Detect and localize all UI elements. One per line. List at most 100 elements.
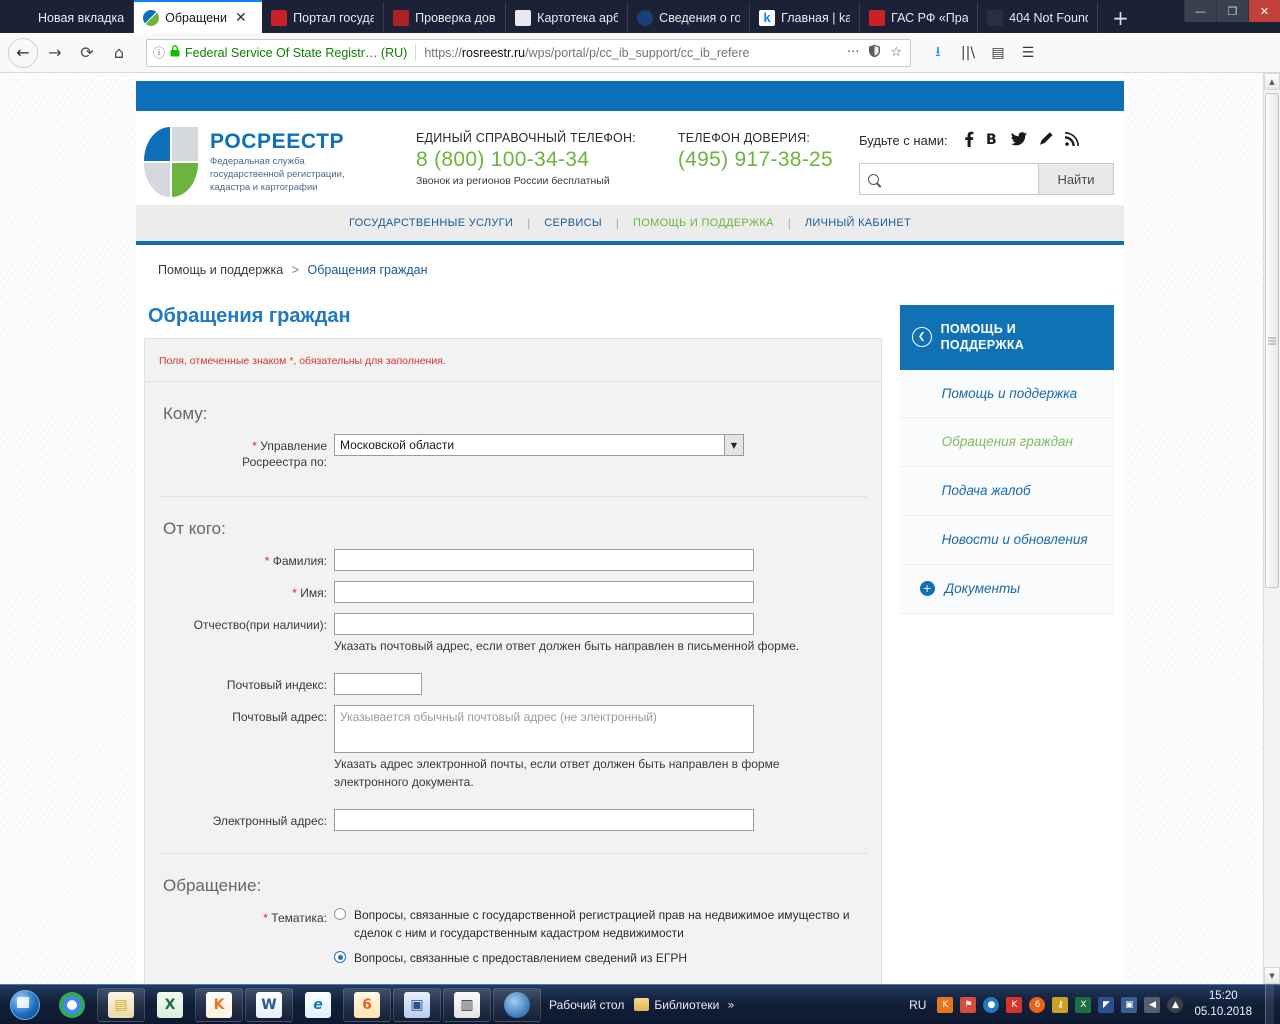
volume-tray-icon[interactable]: ◀ <box>1144 996 1161 1013</box>
breadcrumb-current[interactable]: Обращения граждан <box>307 263 427 277</box>
email-input[interactable] <box>334 809 754 832</box>
tracking-protection-icon[interactable] <box>866 44 883 62</box>
sidebar-item-pomosh[interactable]: Помощь и поддержка <box>899 369 1114 419</box>
show-desktop-button[interactable] <box>1265 984 1274 1024</box>
start-button[interactable] <box>3 988 47 1022</box>
search-button[interactable]: Найти <box>1038 163 1114 195</box>
header-phones: ЕДИНЫЙ СПРАВОЧНЫЙ ТЕЛЕФОН: 8 (800) 100-3… <box>416 127 833 187</box>
flag-tray-icon[interactable]: ⚑ <box>960 996 977 1013</box>
downloads-icon[interactable]: ⭳ <box>925 40 951 66</box>
konsultant-tray-icon[interactable]: K <box>937 996 954 1013</box>
eagle-tray-icon[interactable]: ▲ <box>1167 996 1184 1013</box>
site-logo[interactable]: РОСРЕЕСТР Федеральная служба государствен… <box>144 127 394 199</box>
scroll-up-button[interactable]: ▲ <box>1264 73 1280 90</box>
patronymic-input[interactable] <box>334 613 754 636</box>
page-actions-icon[interactable]: ··· <box>845 45 861 60</box>
signal-tray-icon[interactable]: ◤ <box>1098 996 1115 1013</box>
close-button[interactable]: ✕ <box>1248 0 1280 22</box>
search-input[interactable] <box>859 163 1038 195</box>
sidebar-item-obrashcheniya[interactable]: Обращения граждан <box>899 418 1114 468</box>
sidebar-toggle-icon[interactable]: ▤ <box>985 40 1011 66</box>
tab-close-icon[interactable]: ✕ <box>235 11 247 25</box>
postal-address-textarea[interactable]: Указывается обычный почтовый адрес (не э… <box>334 705 754 754</box>
topic-option-0[interactable]: Вопросы, связанные с государственной рег… <box>334 906 867 942</box>
radio-button-selected[interactable] <box>334 951 346 964</box>
nav-item-gosuslugi[interactable]: ГОСУДАРСТВЕННЫЕ УСЛУГИ <box>335 217 527 229</box>
back-button[interactable]: ← <box>8 37 38 68</box>
plus-icon[interactable]: + <box>919 581 935 597</box>
twitter-icon[interactable] <box>1010 131 1027 150</box>
new-tab-button[interactable]: + <box>1098 8 1143 28</box>
browser-tab-5[interactable]: Сведения о го <box>628 2 751 33</box>
menu-icon[interactable]: ☰ <box>1015 40 1041 66</box>
facebook-icon[interactable] <box>963 131 975 150</box>
browser-tab-1-active[interactable]: Обращени ✕ <box>134 0 263 33</box>
key-tray-icon[interactable]: ⚷ <box>1052 996 1069 1013</box>
phone-primary-number[interactable]: 8 (800) 100-34-34 <box>416 148 636 172</box>
taskbar-globe-app[interactable] <box>493 987 541 1022</box>
excel-tray-icon[interactable]: X <box>1075 996 1092 1013</box>
chevron-left-icon[interactable]: ❮ <box>911 327 932 348</box>
name-input[interactable] <box>334 581 754 604</box>
flame-tray-icon[interactable]: 6 <box>1029 996 1046 1013</box>
taskbar-explorer[interactable]: ▤ <box>97 987 145 1022</box>
taskbar-excel[interactable]: X <box>147 988 193 1022</box>
vk-icon[interactable]: B <box>986 131 1000 150</box>
display-tray-icon[interactable]: ▣ <box>1121 996 1138 1013</box>
nav-item-pomosh[interactable]: ПОМОЩЬ И ПОДДЕРЖКА <box>619 217 788 229</box>
surname-input[interactable] <box>334 549 754 572</box>
taskbar-konsultant[interactable]: K <box>195 987 243 1022</box>
url-text[interactable]: https://rosreestr.ru/wps/portal/p/cc_ib_… <box>424 46 840 60</box>
scroll-down-button[interactable]: ▼ <box>1264 967 1280 984</box>
browser-tab-6[interactable]: k Главная | karto <box>750 2 861 33</box>
nav-item-servisy[interactable]: СЕРВИСЫ <box>530 217 616 229</box>
overflow-chevron-icon[interactable]: » <box>727 998 734 1012</box>
bookmark-star-icon[interactable]: ☆ <box>888 45 904 60</box>
sidebar-item-dokumenty[interactable]: + Документы <box>899 564 1114 614</box>
browser-tab-0[interactable]: Новая вкладка <box>0 2 135 33</box>
breadcrumb-parent[interactable]: Помощь и поддержка <box>158 263 283 277</box>
taskbar-chrome[interactable] <box>49 988 95 1022</box>
windows-taskbar: ▤ X K W e 6 ▣ ▥ Рабочий стол Библиотеки … <box>0 984 1280 1024</box>
page-info-icon[interactable]: ⓘ <box>153 44 165 61</box>
department-select[interactable]: Московской области ▼ <box>334 434 744 456</box>
language-indicator[interactable]: RU <box>909 998 926 1012</box>
nav-item-kabinet[interactable]: ЛИЧНЫЙ КАБИНЕТ <box>791 217 925 229</box>
kaspersky-tray-icon[interactable]: K <box>1006 996 1023 1013</box>
libraries-item[interactable]: Библиотеки <box>634 998 719 1012</box>
scrollbar-thumb[interactable] <box>1265 93 1279 588</box>
browser-tab-3[interactable]: Проверка дове <box>384 2 507 33</box>
rss-icon[interactable] <box>1064 131 1079 150</box>
taskbar-remote-desktop[interactable]: ▣ <box>393 987 441 1022</box>
minimize-button[interactable]: — <box>1184 0 1216 22</box>
taskbar-flame-app[interactable]: 6 <box>343 987 391 1022</box>
sidebar-item-zhaloby[interactable]: Подача жалоб <box>899 467 1114 516</box>
browser-tab-2[interactable]: Портал госуда <box>262 2 385 33</box>
sidebar-header[interactable]: ❮ ПОМОЩЬ И ПОДДЕРЖКА <box>899 305 1114 370</box>
home-button[interactable]: ⌂ <box>104 38 134 68</box>
browser-tab-4[interactable]: Картотека арб <box>506 2 629 33</box>
forward-button[interactable]: → <box>40 38 70 68</box>
taskbar-clock[interactable]: 15:20 05.10.2018 <box>1190 989 1258 1020</box>
browser-tab-8[interactable]: 404 Not Found <box>978 2 1099 33</box>
zip-input[interactable] <box>334 673 422 696</box>
topic-option-1[interactable]: Вопросы, связанные с предоставлением све… <box>334 949 867 967</box>
tab-title: 404 Not Found <box>1009 10 1089 25</box>
browser-tab-7[interactable]: ГАС РФ «Прав <box>860 2 979 33</box>
address-bar[interactable]: ⓘ Federal Service Of State Registr… (RU)… <box>146 38 911 67</box>
radio-button-unselected[interactable] <box>334 908 346 921</box>
livejournal-icon[interactable] <box>1038 131 1054 150</box>
reload-button[interactable]: ⟳ <box>72 38 102 68</box>
right-sidebar: ❮ ПОМОЩЬ И ПОДДЕРЖКА Помощь и поддержка … <box>899 305 1114 984</box>
sidebar-item-novosti[interactable]: Новости и обновления <box>899 515 1114 565</box>
phone-trust-number[interactable]: (495) 917-38-25 <box>678 148 833 172</box>
maximize-button[interactable]: ❐ <box>1216 0 1248 22</box>
taskbar-dictionary[interactable]: ▥ <box>443 987 491 1022</box>
page-scrollbar[interactable]: ▲ ▼ <box>1263 73 1280 984</box>
taskbar-internet-explorer[interactable]: e <box>295 988 341 1022</box>
chevron-down-icon[interactable]: ▼ <box>724 435 743 455</box>
library-icon[interactable]: ||\ <box>955 40 981 66</box>
network-tray-icon[interactable]: ● <box>983 996 1000 1013</box>
taskbar-word[interactable]: W <box>245 987 293 1022</box>
desktop-label[interactable]: Рабочий стол <box>549 998 624 1012</box>
